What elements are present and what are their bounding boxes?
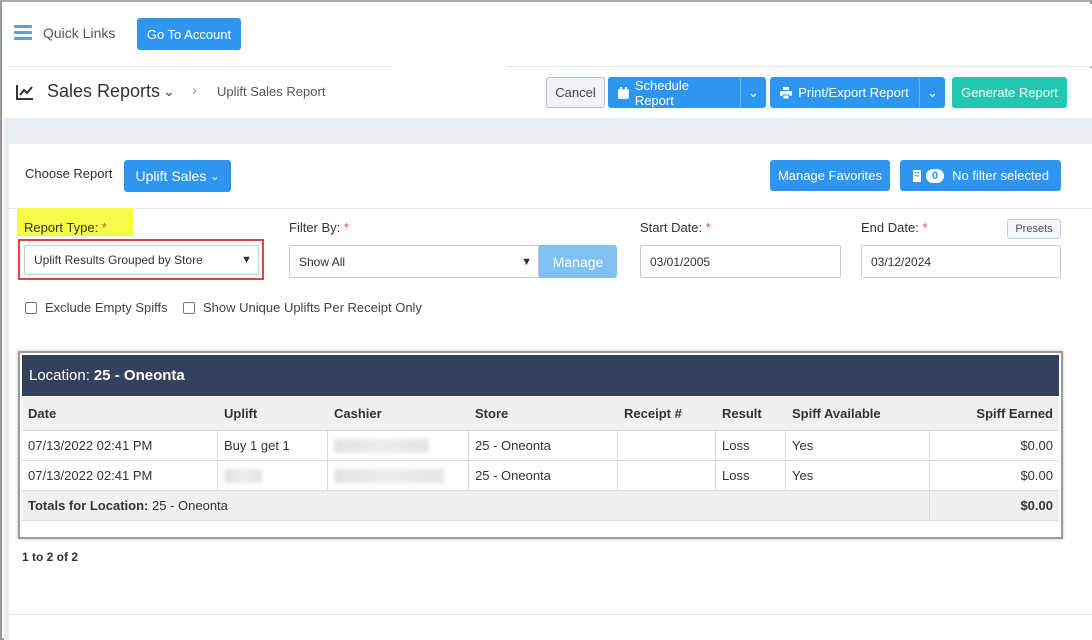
divider xyxy=(8,66,392,67)
filter-by-value: Show All xyxy=(299,254,346,269)
report-panel: Choose Report Uplift Sales ⌄ Manage Favo… xyxy=(9,144,1092,640)
filter-status-button[interactable]: 0 No filter selected xyxy=(900,160,1061,191)
column-header[interactable]: Cashier xyxy=(328,397,469,430)
presets-button[interactable]: Presets xyxy=(1007,219,1061,239)
chevron-down-icon[interactable]: ⌄ xyxy=(163,83,175,100)
chevron-down-icon: ▼ xyxy=(521,255,532,268)
totals-row: Totals for Location: 25 - Oneonta $0.00 xyxy=(22,491,1059,521)
store-cell: 25 - Oneonta xyxy=(469,461,618,490)
totals-value-cell: $0.00 xyxy=(1020,498,1053,513)
cancel-button[interactable]: Cancel xyxy=(546,77,605,108)
show-unique-uplifts-label: Show Unique Uplifts Per Receipt Only xyxy=(203,300,422,315)
results-table: Location: 25 - Oneonta Date Uplift Cashi… xyxy=(18,351,1063,539)
spiff-earned-cell: $0.00 xyxy=(1020,438,1053,453)
location-label: Location: xyxy=(29,367,90,384)
report-selector-button[interactable]: Uplift Sales ⌄ xyxy=(124,160,231,192)
exclude-empty-spiffs-label: Exclude Empty Spiffs xyxy=(45,300,168,315)
page-title[interactable]: Sales Reports xyxy=(47,81,160,102)
redacted-text xyxy=(224,468,262,483)
schedule-report-button[interactable]: Schedule Report xyxy=(608,77,740,108)
cashier-cell xyxy=(328,461,469,490)
location-value: 25 - Oneonta xyxy=(93,367,185,384)
totals-label: Totals for Location: xyxy=(28,498,149,513)
calendar-icon xyxy=(618,86,629,99)
column-header[interactable]: Receipt # xyxy=(618,397,716,430)
store-cell: 25 - Oneonta xyxy=(469,431,618,460)
filter-by-select[interactable]: Show All ▼ xyxy=(289,245,539,278)
hamburger-menu-icon[interactable] xyxy=(14,25,32,41)
checkbox-box[interactable] xyxy=(25,301,37,314)
filter-by-label: Filter By: * xyxy=(289,220,349,235)
redacted-text xyxy=(334,468,444,483)
schedule-report-split-button: Schedule Report ⌄ xyxy=(608,77,766,108)
app-window: Quick Links Go To Account Sales Reports … xyxy=(0,0,1092,640)
choose-report-label: Choose Report xyxy=(25,166,113,181)
table-row[interactable]: 07/13/2022 02:41 PM 25 - Oneonta Loss Ye… xyxy=(22,461,1059,491)
print-dropdown-chevron-icon[interactable]: ⌄ xyxy=(919,77,945,108)
spiff-earned-cell: $0.00 xyxy=(1020,468,1053,483)
uplift-cell xyxy=(218,461,328,490)
building-icon xyxy=(913,169,922,182)
print-export-label: Print/Export Report xyxy=(798,85,909,100)
print-export-split-button: Print/Export Report ⌄ xyxy=(770,77,945,108)
breadcrumb-bar: Sales Reports ⌄ › Uplift Sales Report Ca… xyxy=(8,68,1092,118)
report-selector-label: Uplift Sales xyxy=(135,168,207,184)
table-row[interactable]: 07/13/2022 02:41 PM Buy 1 get 1 25 - One… xyxy=(22,431,1059,461)
printer-icon xyxy=(780,86,793,99)
table-header-row: Date Uplift Cashier Store Receipt # Resu… xyxy=(22,397,1059,431)
start-date-input[interactable]: 03/01/2005 xyxy=(640,245,841,278)
pagination-status: 1 to 2 of 2 xyxy=(22,550,79,564)
uplift-cell: Buy 1 get 1 xyxy=(218,431,328,460)
start-date-label: Start Date: * xyxy=(640,220,711,235)
report-type-select[interactable]: Uplift Results Grouped by Store ▼ xyxy=(24,245,259,275)
top-bar: Quick Links Go To Account xyxy=(8,4,1092,66)
section-band xyxy=(4,118,1092,144)
filter-count-badge: 0 xyxy=(926,168,945,183)
column-header[interactable]: Uplift xyxy=(218,397,328,430)
spiff-available-cell: Yes xyxy=(786,461,930,490)
date-cell: 07/13/2022 02:41 PM xyxy=(22,461,218,490)
manage-favorites-button[interactable]: Manage Favorites xyxy=(770,160,890,191)
table-grid: Date Uplift Cashier Store Receipt # Resu… xyxy=(22,397,1059,521)
chevron-right-icon: › xyxy=(192,82,197,99)
show-unique-uplifts-checkbox[interactable]: Show Unique Uplifts Per Receipt Only xyxy=(183,300,422,315)
report-type-label: Report Type: * xyxy=(24,220,107,235)
generate-report-button[interactable]: Generate Report xyxy=(952,77,1067,108)
schedule-dropdown-chevron-icon[interactable]: ⌄ xyxy=(740,77,766,108)
result-cell: Loss xyxy=(716,431,786,460)
breadcrumb-current: Uplift Sales Report xyxy=(217,84,326,99)
schedule-report-label: Schedule Report xyxy=(634,77,690,108)
totals-location: 25 - Oneonta xyxy=(152,498,228,513)
divider xyxy=(9,208,1092,209)
column-header[interactable]: Store xyxy=(469,397,618,430)
manage-button[interactable]: Manage xyxy=(539,245,617,278)
column-header[interactable]: Date xyxy=(22,397,218,430)
filter-status-label: No filter selected xyxy=(952,168,1049,183)
print-export-button[interactable]: Print/Export Report xyxy=(770,77,919,108)
checkbox-box[interactable] xyxy=(183,301,195,314)
exclude-empty-spiffs-checkbox[interactable]: Exclude Empty Spiffs xyxy=(25,300,168,315)
go-to-account-button[interactable]: Go To Account xyxy=(137,18,241,50)
totals-label-cell: Totals for Location: 25 - Oneonta xyxy=(22,491,930,520)
divider xyxy=(9,614,1092,615)
receipt-cell xyxy=(618,461,716,490)
spiff-available-cell: Yes xyxy=(786,431,930,460)
divider xyxy=(506,66,1092,67)
location-header: Location: 25 - Oneonta xyxy=(22,355,1059,396)
date-cell: 07/13/2022 02:41 PM xyxy=(22,431,218,460)
chevron-down-icon: ⌄ xyxy=(210,170,220,183)
quick-links-link[interactable]: Quick Links xyxy=(43,25,115,41)
line-chart-icon xyxy=(16,85,33,100)
result-cell: Loss xyxy=(716,461,786,490)
end-date-label: End Date: * xyxy=(861,220,928,235)
column-header[interactable]: Spiff Earned xyxy=(930,397,1059,430)
report-type-value: Uplift Results Grouped by Store xyxy=(34,253,203,267)
end-date-input[interactable]: 03/12/2024 xyxy=(861,245,1061,278)
cashier-cell xyxy=(328,431,469,460)
redacted-text xyxy=(334,438,429,453)
column-header[interactable]: Result xyxy=(716,397,786,430)
chevron-down-icon: ▼ xyxy=(241,254,252,266)
column-header[interactable]: Spiff Available xyxy=(786,397,930,430)
receipt-cell xyxy=(618,431,716,460)
